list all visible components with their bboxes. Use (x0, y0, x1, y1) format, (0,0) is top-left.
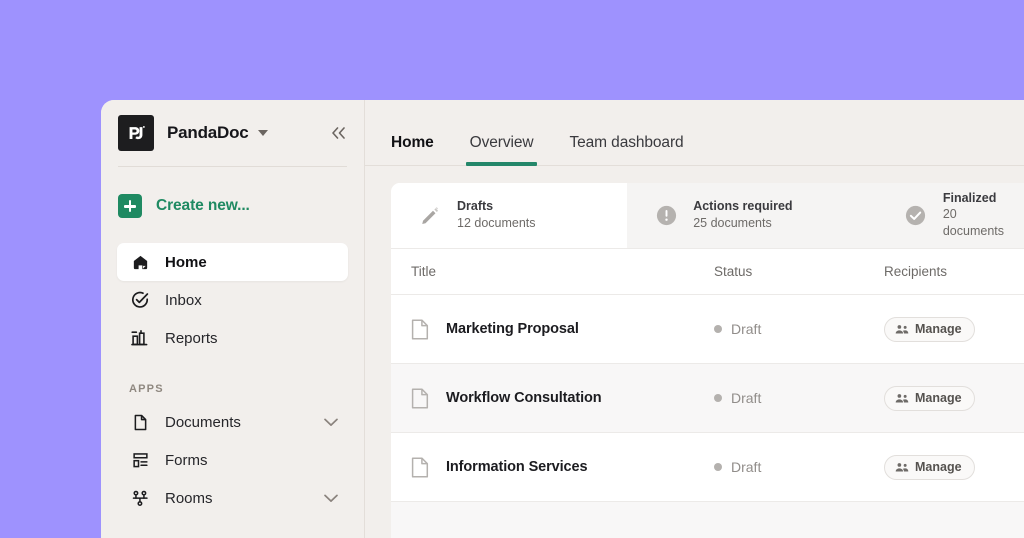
inbox-icon (129, 289, 151, 311)
sidebar-item-label: Rooms (165, 490, 213, 507)
document-title: Workflow Consultation (446, 390, 602, 406)
brand-row: PandaDoc (117, 100, 348, 166)
stat-card-row: Drafts 12 documents (391, 183, 1024, 249)
status-dot-icon (714, 394, 722, 402)
status-badge: Draft (714, 459, 884, 475)
people-icon (895, 393, 909, 404)
app-window: PandaDoc Create new... Home (101, 100, 1024, 538)
column-header-status: Status (714, 264, 884, 279)
stat-card-subtitle: 25 documents (693, 215, 792, 232)
manage-button[interactable]: Manage (884, 455, 975, 480)
document-title: Information Services (446, 459, 587, 475)
tab-overview[interactable]: Overview (468, 134, 536, 165)
sidebar-item-reports[interactable]: Reports (117, 319, 348, 357)
stat-card-subtitle: 20 documents (943, 206, 1004, 240)
stat-card-finalized[interactable]: Finalized 20 documents (877, 183, 1024, 248)
documents-panel: Drafts 12 documents (391, 183, 1024, 538)
rooms-icon (129, 487, 151, 509)
manage-button-label: Manage (915, 460, 962, 474)
stat-card-text: Drafts 12 documents (457, 199, 536, 232)
sidebar-item-rooms[interactable]: Rooms (117, 479, 348, 517)
plus-icon (118, 194, 142, 218)
apps-section-heading: APPS (117, 383, 348, 395)
document-icon (411, 456, 431, 478)
brand-name: PandaDoc (167, 123, 249, 143)
home-icon (129, 251, 151, 273)
sidebar-item-label: Forms (165, 452, 208, 469)
recipients-cell: Manage (884, 455, 1024, 480)
status-badge: Draft (714, 321, 884, 337)
status-badge: Draft (714, 390, 884, 406)
stat-card-drafts[interactable]: Drafts 12 documents (391, 183, 627, 248)
stat-card-title: Actions required (693, 199, 792, 215)
stat-card-title: Drafts (457, 199, 536, 215)
document-title: Marketing Proposal (446, 321, 579, 337)
stat-card-text: Actions required 25 documents (693, 199, 792, 232)
exclamation-icon (653, 203, 679, 229)
sidebar-item-label: Home (165, 254, 207, 271)
table-row[interactable] (391, 502, 1024, 538)
sidebar-item-label: Documents (165, 414, 241, 431)
table-row[interactable]: Workflow Consultation Draft (391, 364, 1024, 433)
tab-team-dashboard[interactable]: Team dashboard (567, 134, 685, 165)
create-new-label: Create new... (156, 197, 250, 215)
table-header-row: Title Status Recipients (391, 249, 1024, 295)
main-content: Home Overview Team dashboard (365, 100, 1024, 538)
tab-bar: Home Overview Team dashboard (365, 100, 1024, 166)
manage-button[interactable]: Manage (884, 317, 975, 342)
forms-icon (129, 449, 151, 471)
create-new-button[interactable]: Create new... (117, 187, 348, 225)
manage-button-label: Manage (915, 391, 962, 405)
stat-card-actions-required[interactable]: Actions required 25 documents (627, 183, 877, 248)
document-icon (129, 411, 151, 433)
sidebar-item-inbox[interactable]: Inbox (117, 281, 348, 319)
recipients-cell: Manage (884, 386, 1024, 411)
chevron-down-icon[interactable] (324, 494, 338, 503)
status-label: Draft (731, 321, 761, 337)
document-icon (411, 387, 431, 409)
pandadoc-logo-icon (118, 115, 154, 151)
caret-down-icon[interactable] (258, 130, 268, 136)
reports-icon (129, 327, 151, 349)
sidebar-item-documents[interactable]: Documents (117, 403, 348, 441)
double-chevron-left-icon[interactable] (330, 126, 347, 140)
people-icon (895, 462, 909, 473)
sidebar-item-label: Reports (165, 330, 218, 347)
stat-card-text: Finalized 20 documents (943, 191, 1004, 240)
stat-card-title: Finalized (943, 191, 1004, 207)
manage-button[interactable]: Manage (884, 386, 975, 411)
stat-card-subtitle: 12 documents (457, 215, 536, 232)
table-row[interactable]: Marketing Proposal Draft (391, 295, 1024, 364)
sidebar-item-forms[interactable]: Forms (117, 441, 348, 479)
sidebar-item-home[interactable]: Home (117, 243, 348, 281)
pencil-icon (417, 203, 443, 229)
recipients-cell: Manage (884, 317, 1024, 342)
status-dot-icon (714, 325, 722, 333)
sidebar-item-label: Inbox (165, 292, 202, 309)
chevron-down-icon[interactable] (324, 418, 338, 427)
people-icon (895, 324, 909, 335)
column-header-title: Title (411, 264, 714, 279)
status-dot-icon (714, 463, 722, 471)
document-icon (411, 318, 431, 340)
status-label: Draft (731, 390, 761, 406)
check-circle-icon (903, 203, 929, 229)
content-area: Drafts 12 documents (365, 166, 1024, 538)
page-title: Home (389, 134, 436, 165)
sidebar-divider (118, 166, 347, 167)
table-row[interactable]: Information Services Draft (391, 433, 1024, 502)
column-header-recipients: Recipients (884, 264, 1024, 279)
manage-button-label: Manage (915, 322, 962, 336)
sidebar: PandaDoc Create new... Home (101, 100, 365, 538)
status-label: Draft (731, 459, 761, 475)
